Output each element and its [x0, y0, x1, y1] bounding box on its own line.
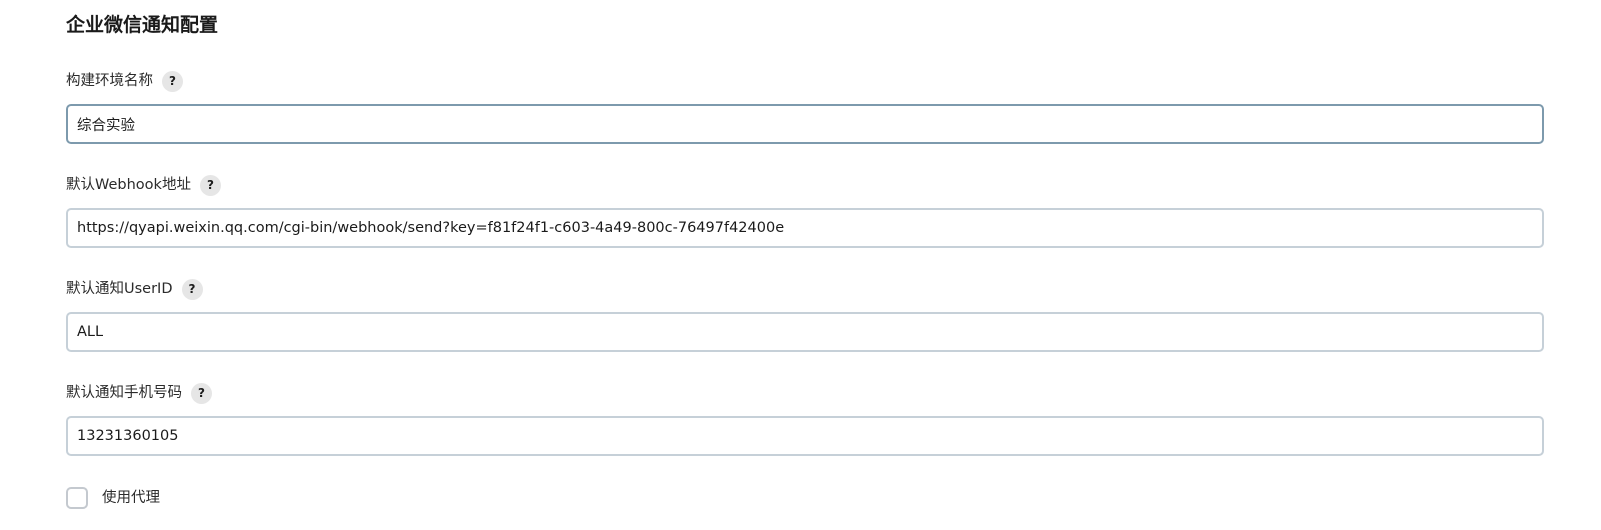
field-default-phone: 默认通知手机号码 ?	[66, 381, 1544, 456]
default-userid-input[interactable]	[66, 312, 1544, 352]
default-userid-label: 默认通知UserID	[66, 281, 173, 297]
field-default-webhook: 默认Webhook地址 ?	[66, 173, 1544, 248]
help-icon[interactable]: ?	[191, 382, 212, 404]
field-default-userid: 默认通知UserID ?	[66, 277, 1544, 352]
help-icon[interactable]: ?	[162, 70, 183, 92]
default-phone-label: 默认通知手机号码	[66, 385, 182, 401]
default-webhook-label: 默认Webhook地址	[66, 177, 191, 193]
default-webhook-input[interactable]	[66, 208, 1544, 248]
field-build-env-name: 构建环境名称 ?	[66, 69, 1544, 144]
section-title: 企业微信通知配置	[66, 14, 219, 36]
use-proxy-label[interactable]: 使用代理	[102, 486, 160, 510]
help-icon[interactable]: ?	[199, 174, 221, 196]
build-env-name-label: 构建环境名称	[66, 73, 153, 89]
help-icon[interactable]: ?	[181, 278, 203, 300]
build-env-name-input[interactable]	[66, 104, 1544, 144]
use-proxy-option[interactable]: 使用代理	[66, 486, 160, 510]
default-phone-input[interactable]	[66, 416, 1544, 456]
use-proxy-checkbox[interactable]	[66, 487, 88, 509]
